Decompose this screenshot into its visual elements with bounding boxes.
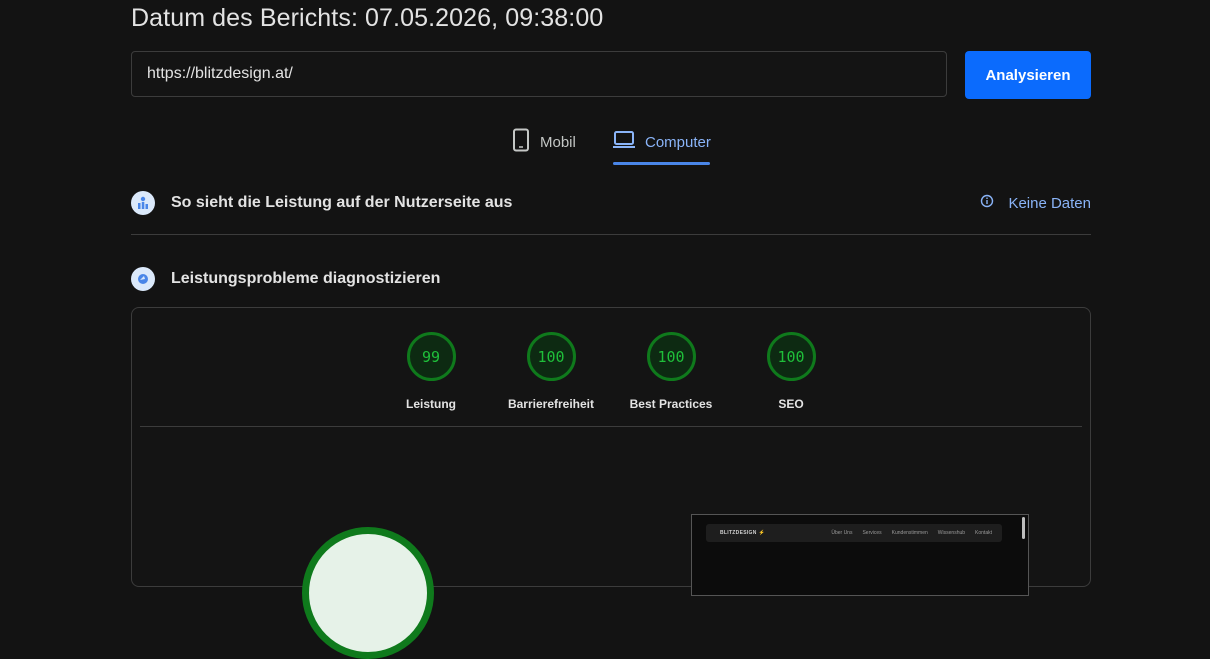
score-label: Best Practices xyxy=(629,397,713,411)
tab-desktop-label: Computer xyxy=(645,134,711,151)
score-gauge-accessibility[interactable]: 100 Barrierefreiheit xyxy=(491,332,611,411)
thumbnail-nav-link: Kundenstimmen xyxy=(891,530,928,536)
tab-selected-indicator xyxy=(613,162,710,165)
thumbnail-nav-link: Kontakt xyxy=(975,530,992,536)
laptop-icon xyxy=(613,128,635,156)
score-label: Leistung xyxy=(406,397,456,411)
thumbnail-brand: BLITZDESIGN xyxy=(720,530,757,536)
users-chart-icon xyxy=(131,191,155,215)
tab-desktop[interactable]: Computer xyxy=(613,128,711,165)
smartphone-icon xyxy=(512,128,530,156)
page-screenshot-thumbnail: BLITZDESIGN ⚡ Über Uns Services Kundenst… xyxy=(691,514,1029,596)
analyze-button[interactable]: Analysieren xyxy=(965,51,1091,99)
field-data-section: So sieht die Leistung auf der Nutzerseit… xyxy=(131,191,1091,215)
diagnostics-panel: 99 Leistung 100 Barrierefreiheit 100 Bes… xyxy=(131,307,1091,659)
lighthouse-icon xyxy=(131,267,155,291)
score-label: Barrierefreiheit xyxy=(507,397,595,411)
bolt-icon: ⚡ xyxy=(758,530,765,536)
score-gauge-performance[interactable]: 99 Leistung xyxy=(371,332,491,411)
score-label: SEO xyxy=(778,397,804,411)
thumbnail-scrollbar xyxy=(1022,517,1025,539)
thumbnail-navbar: BLITZDESIGN ⚡ Über Uns Services Kundenst… xyxy=(706,524,1002,542)
score-value: 100 xyxy=(766,332,816,381)
score-gauge-best-practices[interactable]: 100 Best Practices xyxy=(611,332,731,411)
report-date-title: Datum des Berichts: 07.05.2026, 09:38:00 xyxy=(131,4,604,32)
diagnostics-section: Leistungsprobleme diagnostizieren xyxy=(131,267,1091,291)
performance-main-gauge xyxy=(302,527,434,659)
info-icon xyxy=(980,194,994,212)
diagnostics-title: Leistungsprobleme diagnostizieren xyxy=(171,270,441,287)
thumbnail-nav-link: Wissenshub xyxy=(937,530,966,536)
thumbnail-nav-link: Über Uns xyxy=(831,530,853,536)
panel-divider xyxy=(140,426,1082,427)
score-value: 100 xyxy=(526,332,576,381)
no-data-link[interactable]: Keine Daten xyxy=(980,194,1091,212)
no-data-label: Keine Daten xyxy=(1008,194,1091,212)
score-value: 99 xyxy=(406,332,456,381)
url-input[interactable] xyxy=(131,51,947,97)
tab-mobile[interactable]: Mobil xyxy=(512,128,576,164)
section-divider xyxy=(131,234,1091,235)
field-data-title: So sieht die Leistung auf der Nutzerseit… xyxy=(171,194,513,211)
score-value: 100 xyxy=(646,332,696,381)
tab-mobile-label: Mobil xyxy=(540,134,576,151)
score-gauge-seo[interactable]: 100 SEO xyxy=(731,332,851,411)
thumbnail-nav-link: Services xyxy=(862,530,882,536)
